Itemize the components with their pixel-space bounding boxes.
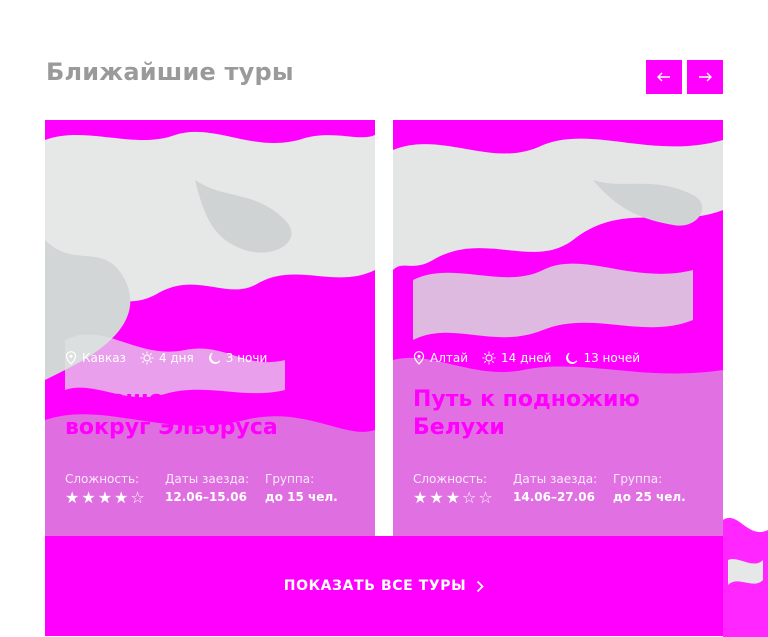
stat-dates: Даты заезда: 12.06–15.06 xyxy=(165,472,265,506)
moon-icon xyxy=(566,352,578,364)
tour-title-line1: Путешествие xyxy=(65,387,234,412)
difficulty-stars: ★ ★ ★ ★ ☆ xyxy=(65,490,165,506)
section-title: Ближайшие туры xyxy=(46,58,294,86)
group-label: Группа: xyxy=(265,472,315,486)
decorative-texture xyxy=(723,517,768,637)
stat-group: Группа: до 25 чел. xyxy=(613,472,713,506)
slider-prev-button[interactable] xyxy=(646,60,682,94)
group-value: до 15 чел. xyxy=(265,490,338,504)
star-filled-icon: ★ xyxy=(429,488,444,507)
star-filled-icon: ★ xyxy=(97,488,113,507)
slider-next-button[interactable] xyxy=(687,60,723,94)
chevron-right-icon xyxy=(477,580,485,592)
meta-days: 4 дня xyxy=(140,351,194,365)
show-all-label: ПОКАЗАТЬ ВСЕ ТУРЫ xyxy=(283,578,467,594)
difficulty-label: Сложность: xyxy=(413,472,488,486)
dates-label: Даты заезда: xyxy=(165,472,250,486)
moon-icon xyxy=(208,352,221,364)
star-empty-icon: ☆ xyxy=(130,488,145,507)
sun-icon xyxy=(482,351,496,365)
region-label: Кавказ xyxy=(82,351,126,365)
tour-card[interactable]: Кавказ 4 дня 3 ночи Путешествие вокруг Э… xyxy=(45,120,375,536)
star-filled-icon: ★ xyxy=(445,488,461,507)
tour-card[interactable]: Алтай 14 дней 13 ночей Путь к подножию Б… xyxy=(393,120,723,536)
dates-value: 14.06–27.06 xyxy=(513,490,595,504)
location-pin-icon xyxy=(413,351,425,365)
tour-title[interactable]: Путешествие вокруг Эльбруса xyxy=(65,386,365,442)
location-pin-icon xyxy=(65,351,77,365)
nights-label: 13 ночей xyxy=(583,351,640,365)
group-label: Группа: xyxy=(613,472,663,486)
tour-meta: Алтай 14 дней 13 ночей xyxy=(413,348,707,368)
stat-group: Группа: до 15 чел. xyxy=(265,472,365,506)
meta-nights: 3 ночи xyxy=(208,351,268,365)
star-filled-icon: ★ xyxy=(413,488,428,507)
tour-title-line2: Белухи xyxy=(413,415,505,440)
days-label: 4 дня xyxy=(158,351,194,365)
tour-stats: Сложность: ★ ★ ★ ★ ☆ Даты заезда: 12.06–15.0… xyxy=(65,472,365,506)
dates-label: Даты заезда: xyxy=(513,472,598,486)
tour-title[interactable]: Путь к подножию Белухи xyxy=(413,386,713,442)
star-empty-icon: ☆ xyxy=(478,488,493,507)
tour-meta: Кавказ 4 дня 3 ночи xyxy=(65,348,359,368)
tour-title-line1: Путь к подножию xyxy=(413,387,640,412)
region-label: Алтай xyxy=(430,351,469,365)
star-empty-icon: ☆ xyxy=(462,488,477,507)
difficulty-stars: ★ ★ ★ ☆ ☆ xyxy=(413,490,513,506)
arrow-right-icon xyxy=(699,72,712,82)
days-label: 14 дней xyxy=(501,351,552,365)
tour-stats: Сложность: ★ ★ ★ ☆ ☆ Даты заезда: 14.06–27.0… xyxy=(413,472,713,506)
stat-dates: Даты заезда: 14.06–27.06 xyxy=(513,472,613,506)
tour-title-line2: вокруг Эльбруса xyxy=(65,415,278,440)
nights-label: 3 ночи xyxy=(225,351,268,365)
arrow-left-icon xyxy=(657,72,670,82)
group-value: до 25 чел. xyxy=(613,490,686,504)
star-filled-icon: ★ xyxy=(65,488,80,507)
stat-difficulty: Сложность: ★ ★ ★ ☆ ☆ xyxy=(413,472,513,506)
meta-days: 14 дней xyxy=(482,351,551,365)
dates-value: 12.06–15.06 xyxy=(165,490,247,504)
meta-region: Алтай xyxy=(413,351,468,365)
show-all-tours-button[interactable]: ПОКАЗАТЬ ВСЕ ТУРЫ xyxy=(45,536,723,636)
star-filled-icon: ★ xyxy=(81,488,96,507)
stat-difficulty: Сложность: ★ ★ ★ ★ ☆ xyxy=(65,472,165,506)
sun-icon xyxy=(140,351,154,365)
meta-region: Кавказ xyxy=(65,351,126,365)
star-filled-icon: ★ xyxy=(114,488,129,507)
difficulty-label: Сложность: xyxy=(65,472,140,486)
meta-nights: 13 ночей xyxy=(565,351,640,365)
